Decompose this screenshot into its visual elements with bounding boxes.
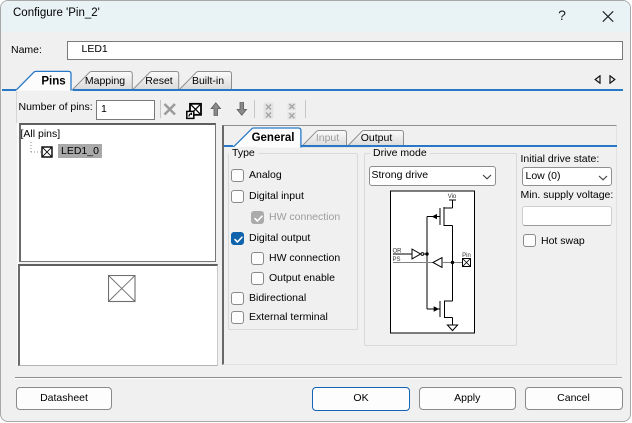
svg-text:OR: OR: [393, 248, 403, 254]
svg-text:Mapping: Mapping: [85, 75, 125, 87]
svg-text:Built-in: Built-in: [192, 75, 224, 87]
svg-text:General: General: [252, 132, 295, 144]
svg-text:Reset: Reset: [145, 75, 173, 87]
svg-text:Pin: Pin: [462, 253, 471, 259]
svg-text:Output: Output: [361, 132, 393, 144]
svg-text:Vio: Vio: [448, 194, 457, 200]
svg-text:PS: PS: [393, 257, 401, 263]
svg-text:Pins: Pins: [41, 75, 65, 87]
svg-text:Input: Input: [316, 132, 339, 144]
